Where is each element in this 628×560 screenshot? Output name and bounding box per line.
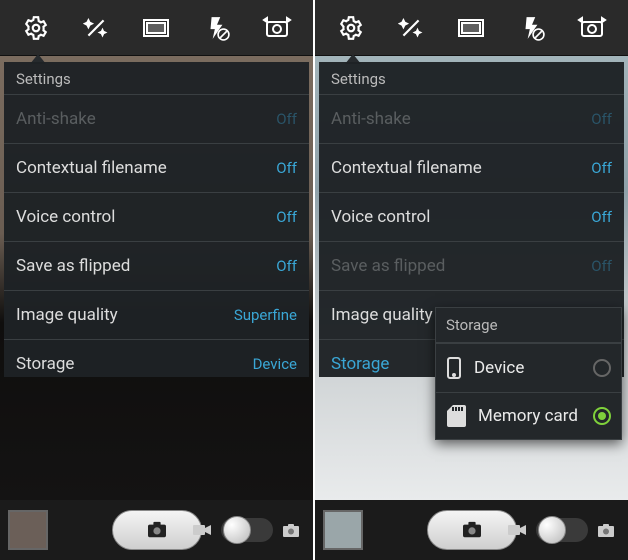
setting-label: Contextual filename xyxy=(331,158,482,178)
setting-label: Storage xyxy=(331,354,389,374)
camera-bottom-bar xyxy=(0,500,313,560)
popup-title: Storage xyxy=(436,308,621,343)
mode-knob xyxy=(223,516,251,544)
radio-unselected[interactable] xyxy=(593,359,611,377)
setting-row-contextual-filename[interactable]: Contextual filename Off xyxy=(319,143,624,192)
setting-row-antishake[interactable]: Anti-shake Off xyxy=(319,94,624,143)
gallery-thumbnail[interactable] xyxy=(323,510,363,550)
storage-option-memory-card[interactable]: Memory card xyxy=(436,392,621,439)
camera-toolbar xyxy=(315,0,628,56)
setting-label: Save as flipped xyxy=(16,256,130,276)
setting-row-voice-control[interactable]: Voice control Off xyxy=(4,192,309,241)
panel-title: Settings xyxy=(319,62,624,94)
camera-bottom-bar xyxy=(315,500,628,560)
setting-label: Storage xyxy=(16,354,74,374)
setting-row-storage[interactable]: Storage Device xyxy=(4,339,309,377)
mode-track[interactable] xyxy=(221,518,273,542)
switch-camera-icon[interactable] xyxy=(572,8,612,48)
magic-wand-icon[interactable] xyxy=(76,8,116,48)
setting-row-save-as-flipped[interactable]: Save as flipped Off xyxy=(319,241,624,290)
video-icon xyxy=(193,524,211,536)
setting-value: Off xyxy=(276,110,297,128)
settings-gear-icon[interactable] xyxy=(331,8,371,48)
video-icon xyxy=(508,524,526,536)
phone-left: Settings Anti-shake Off Contextual filena… xyxy=(0,0,313,560)
setting-label: Image quality xyxy=(331,305,433,325)
mode-knob xyxy=(538,516,566,544)
setting-value: Off xyxy=(276,208,297,226)
option-label: Device xyxy=(474,358,524,378)
setting-label: Anti-shake xyxy=(331,109,411,129)
storage-option-device[interactable]: Device xyxy=(436,343,621,392)
setting-row-save-as-flipped[interactable]: Save as flipped Off xyxy=(4,241,309,290)
setting-row-image-quality[interactable]: Image quality Superfine xyxy=(4,290,309,339)
device-icon xyxy=(446,356,462,380)
setting-label: Save as flipped xyxy=(331,256,445,276)
setting-value: Off xyxy=(276,257,297,275)
setting-value: Off xyxy=(591,159,612,177)
setting-row-antishake[interactable]: Anti-shake Off xyxy=(4,94,309,143)
magic-wand-icon[interactable] xyxy=(391,8,431,48)
mode-track[interactable] xyxy=(536,518,588,542)
phone-right: Settings Anti-shake Off Contextual filena… xyxy=(315,0,628,560)
switch-camera-icon[interactable] xyxy=(257,8,297,48)
shutter-button[interactable] xyxy=(112,510,202,550)
camera-small-icon xyxy=(598,524,614,537)
flash-off-icon[interactable] xyxy=(512,8,552,48)
panel-title: Settings xyxy=(4,62,309,94)
option-label: Memory card xyxy=(478,406,578,426)
setting-row-voice-control[interactable]: Voice control Off xyxy=(319,192,624,241)
mode-switch[interactable] xyxy=(193,518,299,542)
setting-label: Contextual filename xyxy=(16,158,167,178)
setting-label: Anti-shake xyxy=(16,109,96,129)
shutter-button[interactable] xyxy=(427,510,517,550)
frame-icon[interactable] xyxy=(451,8,491,48)
sd-card-icon xyxy=(446,405,466,427)
frame-icon[interactable] xyxy=(136,8,176,48)
setting-label: Voice control xyxy=(16,207,115,227)
camera-small-icon xyxy=(283,524,299,537)
setting-value: Device xyxy=(253,355,297,373)
storage-popup: Storage Device Memory card xyxy=(435,307,622,440)
setting-value: Off xyxy=(276,159,297,177)
setting-value: Superfine xyxy=(234,306,297,324)
camera-toolbar xyxy=(0,0,313,56)
gallery-thumbnail[interactable] xyxy=(8,510,48,550)
setting-value: Off xyxy=(591,257,612,275)
flash-off-icon[interactable] xyxy=(197,8,237,48)
settings-gear-icon[interactable] xyxy=(16,8,56,48)
setting-value: Off xyxy=(591,208,612,226)
settings-panel: Settings Anti-shake Off Contextual filena… xyxy=(4,62,309,377)
mode-switch[interactable] xyxy=(508,518,614,542)
setting-row-contextual-filename[interactable]: Contextual filename Off xyxy=(4,143,309,192)
setting-label: Voice control xyxy=(331,207,430,227)
setting-value: Off xyxy=(591,110,612,128)
radio-selected[interactable] xyxy=(593,407,611,425)
setting-label: Image quality xyxy=(16,305,118,325)
